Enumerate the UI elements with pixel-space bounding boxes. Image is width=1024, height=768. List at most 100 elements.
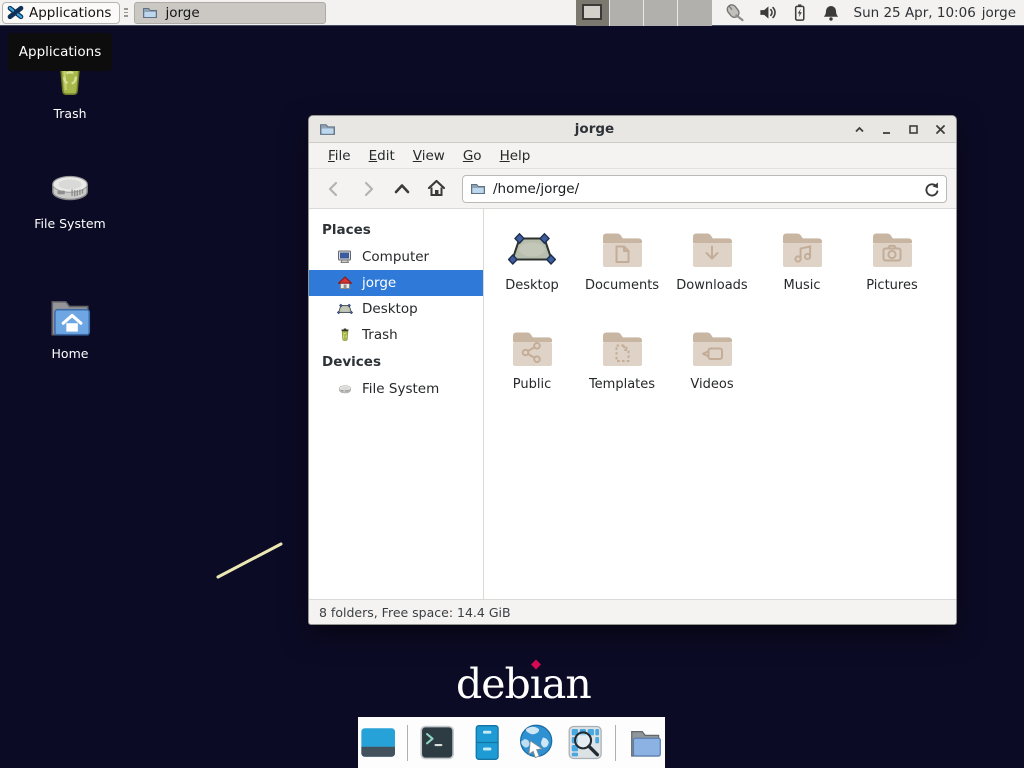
sidebar-item-label: jorge <box>362 275 396 291</box>
input-device-icon[interactable] <box>722 2 745 23</box>
menu-go[interactable]: Go <box>454 144 491 168</box>
file-label: Documents <box>585 278 659 293</box>
sidebar-item-label: Computer <box>362 249 429 265</box>
applications-menu-button[interactable]: Applications <box>2 2 120 24</box>
desktop-icon-label: File System <box>34 216 106 231</box>
menu-bar: File Edit View Go Help <box>309 143 956 169</box>
home-button[interactable] <box>420 175 452 203</box>
taskbar-window-label: jorge <box>165 5 199 21</box>
sidebar-item-label: Trash <box>362 327 398 343</box>
window-folder-icon <box>319 121 336 138</box>
file-list-view[interactable]: Desktop Documents Downloads Music Pictur… <box>484 209 956 599</box>
file-manager-icon[interactable] <box>625 722 665 763</box>
home-folder-icon <box>45 292 95 342</box>
folder-camera-icon <box>868 225 916 273</box>
volume-icon[interactable] <box>758 3 777 22</box>
minimize-button[interactable] <box>880 123 892 135</box>
file-documents[interactable]: Documents <box>577 225 667 324</box>
file-label: Desktop <box>505 278 559 293</box>
web-browser-icon[interactable] <box>516 722 556 763</box>
folder-video-icon <box>688 324 736 372</box>
terminal-icon[interactable] <box>417 722 457 763</box>
menu-view[interactable]: View <box>404 144 454 168</box>
computer-icon <box>337 249 353 265</box>
shade-button[interactable] <box>853 123 865 135</box>
applications-menu-label: Applications <box>29 5 111 21</box>
file-music[interactable]: Music <box>757 225 847 324</box>
folder-template-icon <box>598 324 646 372</box>
workspace-4[interactable] <box>678 0 711 26</box>
sidebar-item-computer[interactable]: Computer <box>309 244 483 270</box>
file-label: Music <box>784 278 821 293</box>
drive-icon <box>337 381 353 397</box>
file-cabinet-icon[interactable] <box>467 722 507 763</box>
folder-download-icon <box>688 225 736 273</box>
folder-music-icon <box>778 225 826 273</box>
folder-share-icon <box>508 324 556 372</box>
desktop-icon-label: Home <box>52 346 89 361</box>
file-templates[interactable]: Templates <box>577 324 667 423</box>
desktop-special-icon <box>508 225 556 273</box>
sidebar-item-trash[interactable]: Trash <box>309 322 483 348</box>
reload-button[interactable] <box>922 180 939 197</box>
folder-icon <box>142 5 158 21</box>
sidebar-item-label: File System <box>362 381 439 397</box>
taskbar-window-button[interactable]: jorge <box>134 2 326 24</box>
applications-tooltip: Applications <box>8 33 112 71</box>
up-button[interactable] <box>386 175 418 203</box>
desktop-icon-file-system[interactable]: File System <box>20 162 120 231</box>
workspace-1[interactable] <box>576 0 610 26</box>
show-desktop-icon[interactable] <box>358 722 398 763</box>
bottom-dock <box>358 717 665 768</box>
panel-clock[interactable]: Sun 25 Apr, 10:06 <box>854 5 976 21</box>
menu-help[interactable]: Help <box>491 144 540 168</box>
debian-logo-text: deb <box>456 660 530 708</box>
sidebar-item-jorge[interactable]: jorge <box>309 270 483 296</box>
file-label: Public <box>513 377 551 392</box>
sidebar-item-file-system[interactable]: File System <box>309 376 483 402</box>
workspace-3[interactable] <box>644 0 678 26</box>
file-label: Downloads <box>676 278 747 293</box>
sidebar-header-devices: Devices <box>309 348 483 376</box>
panel-user-menu[interactable]: jorge <box>982 5 1016 21</box>
sidebar-item-label: Desktop <box>362 301 418 317</box>
file-public[interactable]: Public <box>487 324 577 423</box>
battery-icon[interactable] <box>790 3 809 22</box>
location-bar[interactable]: /home/jorge/ <box>462 175 947 203</box>
desktop-icon <box>337 301 353 317</box>
app-finder-icon[interactable] <box>565 722 605 763</box>
file-videos[interactable]: Videos <box>667 324 757 423</box>
folder-document-icon <box>598 225 646 273</box>
toolbar: /home/jorge/ <box>309 169 956 209</box>
file-label: Pictures <box>866 278 917 293</box>
back-button[interactable] <box>318 175 350 203</box>
path-text[interactable]: /home/jorge/ <box>493 181 915 197</box>
close-button[interactable] <box>934 123 946 135</box>
menu-edit[interactable]: Edit <box>360 144 404 168</box>
debian-logo: debıan <box>456 660 591 708</box>
file-desktop[interactable]: Desktop <box>487 225 577 324</box>
sidebar-header-places: Places <box>309 216 483 244</box>
status-text: 8 folders, Free space: 14.4 GiB <box>319 605 511 620</box>
desktop-icon-label: Trash <box>53 106 86 121</box>
maximize-button[interactable] <box>907 123 919 135</box>
file-manager-window: jorge File Edit View Go Help <box>308 115 957 625</box>
workspace-window-miniature <box>582 4 602 20</box>
forward-button[interactable] <box>352 175 384 203</box>
debian-logo-i: ı <box>530 660 542 708</box>
file-pictures[interactable]: Pictures <box>847 225 937 324</box>
window-title: jorge <box>336 121 853 137</box>
workspace-switcher[interactable] <box>576 0 712 26</box>
system-tray <box>722 2 840 23</box>
workspace-2[interactable] <box>610 0 644 26</box>
file-downloads[interactable]: Downloads <box>667 225 757 324</box>
window-titlebar[interactable]: jorge <box>309 116 956 143</box>
desktop-scribble-line <box>210 536 290 586</box>
notifications-bell-icon[interactable] <box>822 4 840 22</box>
menu-file[interactable]: File <box>319 144 360 168</box>
desktop-icon-home[interactable]: Home <box>20 292 120 361</box>
path-folder-icon <box>470 181 486 197</box>
sidebar-item-desktop[interactable]: Desktop <box>309 296 483 322</box>
drive-icon <box>45 162 95 212</box>
panel-grip-handle[interactable] <box>122 5 130 21</box>
